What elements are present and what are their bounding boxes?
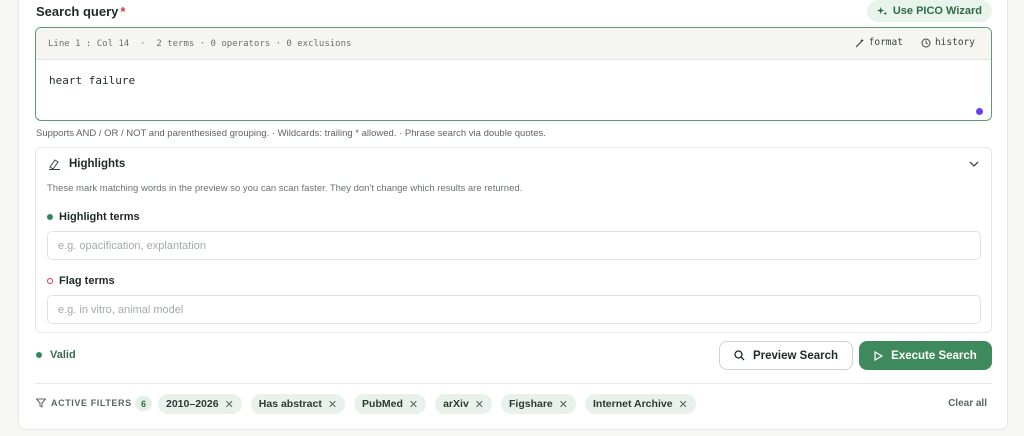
flag-terms-label: Flag terms xyxy=(47,275,115,287)
highlights-description: These mark matching words in the preview… xyxy=(47,183,523,194)
close-icon[interactable]: ✕ xyxy=(225,398,234,411)
play-icon xyxy=(874,350,884,361)
search-query-label: Search query * xyxy=(36,4,126,19)
close-icon[interactable]: ✕ xyxy=(328,398,337,411)
filter-chip-figshare[interactable]: Figshare ✕ xyxy=(501,394,576,414)
filter-chips: 2010–2026 ✕ Has abstract ✕ PubMed ✕ arXiv ✕ … xyxy=(158,394,696,414)
flag-terms-input[interactable] xyxy=(47,295,981,324)
filter-chip-internet-archive[interactable]: Internet Archive ✕ xyxy=(584,394,696,414)
filter-count-badge: 6 xyxy=(135,396,152,411)
highlight-dot-icon xyxy=(47,214,53,220)
chevron-down-icon[interactable] xyxy=(969,160,979,168)
highlight-terms-input[interactable] xyxy=(47,231,981,260)
search-icon xyxy=(734,350,745,361)
highlight-terms-label: Highlight terms xyxy=(47,211,140,223)
highlights-panel: Highlights These mark matching words in … xyxy=(35,147,992,333)
flag-dot-icon xyxy=(47,278,53,284)
status-dot-icon xyxy=(36,352,42,358)
close-icon[interactable]: ✕ xyxy=(409,398,418,411)
query-header: Search query * Use PICO Wizard xyxy=(36,0,992,22)
clear-all-button[interactable]: Clear all xyxy=(948,398,987,409)
filter-chip-arxiv[interactable]: arXiv ✕ xyxy=(435,394,492,414)
filter-chip-has-abstract[interactable]: Has abstract ✕ xyxy=(250,394,346,414)
query-help-text: Supports AND / OR / NOT and parenthesise… xyxy=(36,128,546,139)
cursor-indicator xyxy=(976,108,983,115)
active-filters-label: ACTIVE FILTERS xyxy=(36,398,132,408)
close-icon[interactable]: ✕ xyxy=(559,398,568,411)
filter-chip-date-range[interactable]: 2010–2026 ✕ xyxy=(158,394,242,414)
required-mark: * xyxy=(120,4,126,19)
query-text[interactable]: heart failure xyxy=(49,74,135,87)
filters-divider xyxy=(35,383,992,384)
execute-search-button[interactable]: Execute Search xyxy=(859,341,992,370)
wand-icon xyxy=(855,38,864,47)
preview-search-button[interactable]: Preview Search xyxy=(719,341,853,370)
history-button[interactable]: history xyxy=(921,37,975,48)
filter-icon xyxy=(36,398,46,408)
close-icon[interactable]: ✕ xyxy=(475,398,484,411)
history-icon xyxy=(921,38,931,47)
highlights-header[interactable]: Highlights xyxy=(48,158,125,170)
editor-status-line: Line 1 : Col 14 · 2 terms · 0 operators … xyxy=(48,38,352,49)
highlighter-icon xyxy=(49,159,60,170)
sparkle-icon xyxy=(876,6,888,16)
pico-wizard-button[interactable]: Use PICO Wizard xyxy=(866,0,992,22)
close-icon[interactable]: ✕ xyxy=(679,398,688,411)
filter-chip-pubmed[interactable]: PubMed ✕ xyxy=(354,394,427,414)
editor-toolbar: Line 1 : Col 14 · 2 terms · 0 operators … xyxy=(36,28,991,60)
query-editor[interactable]: Line 1 : Col 14 · 2 terms · 0 operators … xyxy=(35,27,992,121)
format-button[interactable]: format xyxy=(855,37,903,48)
query-status: Valid xyxy=(36,349,76,361)
